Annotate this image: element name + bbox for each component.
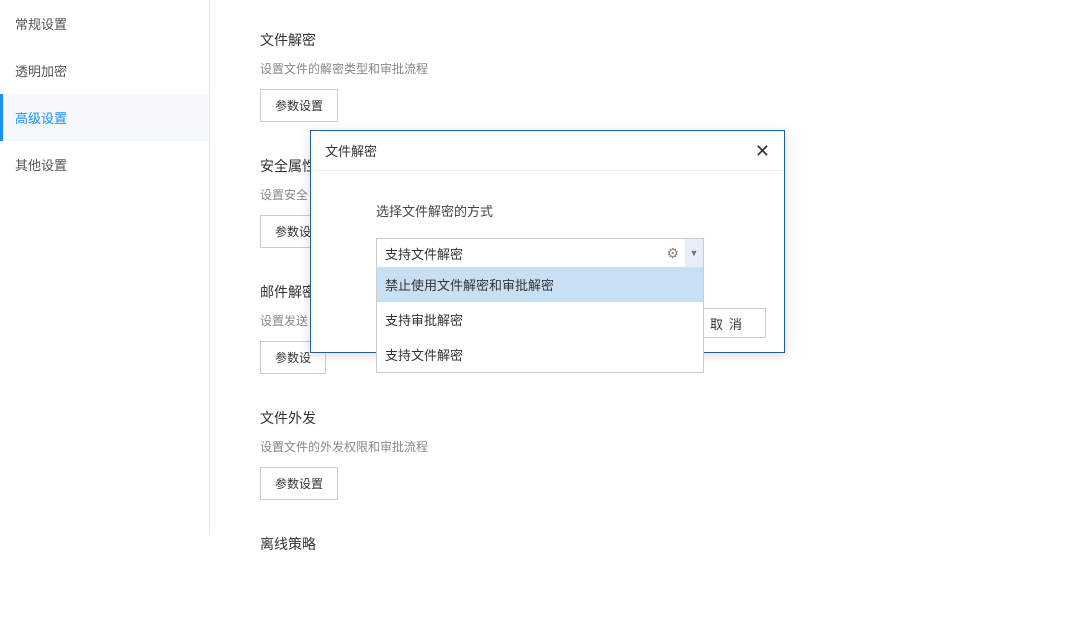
- select-wrapper: 支持文件解密 ⚙ ▼ 禁止使用文件解密和审批解密 支持审批解密 支持文件解密: [376, 238, 704, 268]
- modal-header: 文件解密 ✕: [311, 131, 784, 171]
- sidebar-item-label: 常规设置: [15, 17, 67, 32]
- dropdown-item-file[interactable]: 支持文件解密: [377, 337, 703, 372]
- section-desc: 设置文件的外发权限和审批流程: [260, 438, 1041, 455]
- modal-body: 选择文件解密的方式 支持文件解密 ⚙ ▼ 禁止使用文件解密和审批解密 支持审批解…: [311, 171, 784, 294]
- close-icon[interactable]: ✕: [755, 142, 770, 160]
- sidebar-item-label: 高级设置: [15, 111, 67, 126]
- sidebar-item-advanced[interactable]: 高级设置: [0, 94, 209, 141]
- param-button[interactable]: 参数设置: [260, 89, 338, 122]
- modal-label: 选择文件解密的方式: [376, 201, 719, 220]
- sidebar-item-other[interactable]: 其他设置: [0, 141, 209, 188]
- sidebar-item-label: 其他设置: [15, 158, 67, 173]
- select-value: 支持文件解密: [385, 244, 463, 263]
- modal-file-decrypt: 文件解密 ✕ 选择文件解密的方式 支持文件解密 ⚙ ▼ 禁止使用文件解密和审批解…: [310, 130, 785, 353]
- gear-icon[interactable]: ⚙: [660, 245, 685, 262]
- modal-title: 文件解密: [325, 141, 377, 160]
- select-controls: ⚙ ▼: [660, 239, 703, 267]
- section-offline-policy: 离线策略: [260, 534, 1041, 554]
- section-desc: 设置文件的解密类型和审批流程: [260, 60, 1041, 77]
- sidebar-item-encryption[interactable]: 透明加密: [0, 47, 209, 94]
- sidebar-item-label: 透明加密: [15, 64, 67, 79]
- select-box[interactable]: 支持文件解密 ⚙ ▼: [376, 238, 704, 268]
- dropdown-item-approval[interactable]: 支持审批解密: [377, 302, 703, 337]
- section-title: 文件外发: [260, 408, 1041, 428]
- section-title: 文件解密: [260, 30, 1041, 50]
- dropdown-list: 禁止使用文件解密和审批解密 支持审批解密 支持文件解密: [376, 267, 704, 373]
- param-button[interactable]: 参数设置: [260, 467, 338, 500]
- section-file-outgoing: 文件外发 设置文件的外发权限和审批流程 参数设置: [260, 408, 1041, 500]
- dropdown-item-forbid[interactable]: 禁止使用文件解密和审批解密: [377, 267, 703, 302]
- chevron-down-icon[interactable]: ▼: [685, 239, 703, 267]
- sidebar: 常规设置 透明加密 高级设置 其他设置: [0, 0, 210, 534]
- section-file-decrypt: 文件解密 设置文件的解密类型和审批流程 参数设置: [260, 30, 1041, 122]
- sidebar-item-general[interactable]: 常规设置: [0, 0, 209, 47]
- section-title: 离线策略: [260, 534, 1041, 554]
